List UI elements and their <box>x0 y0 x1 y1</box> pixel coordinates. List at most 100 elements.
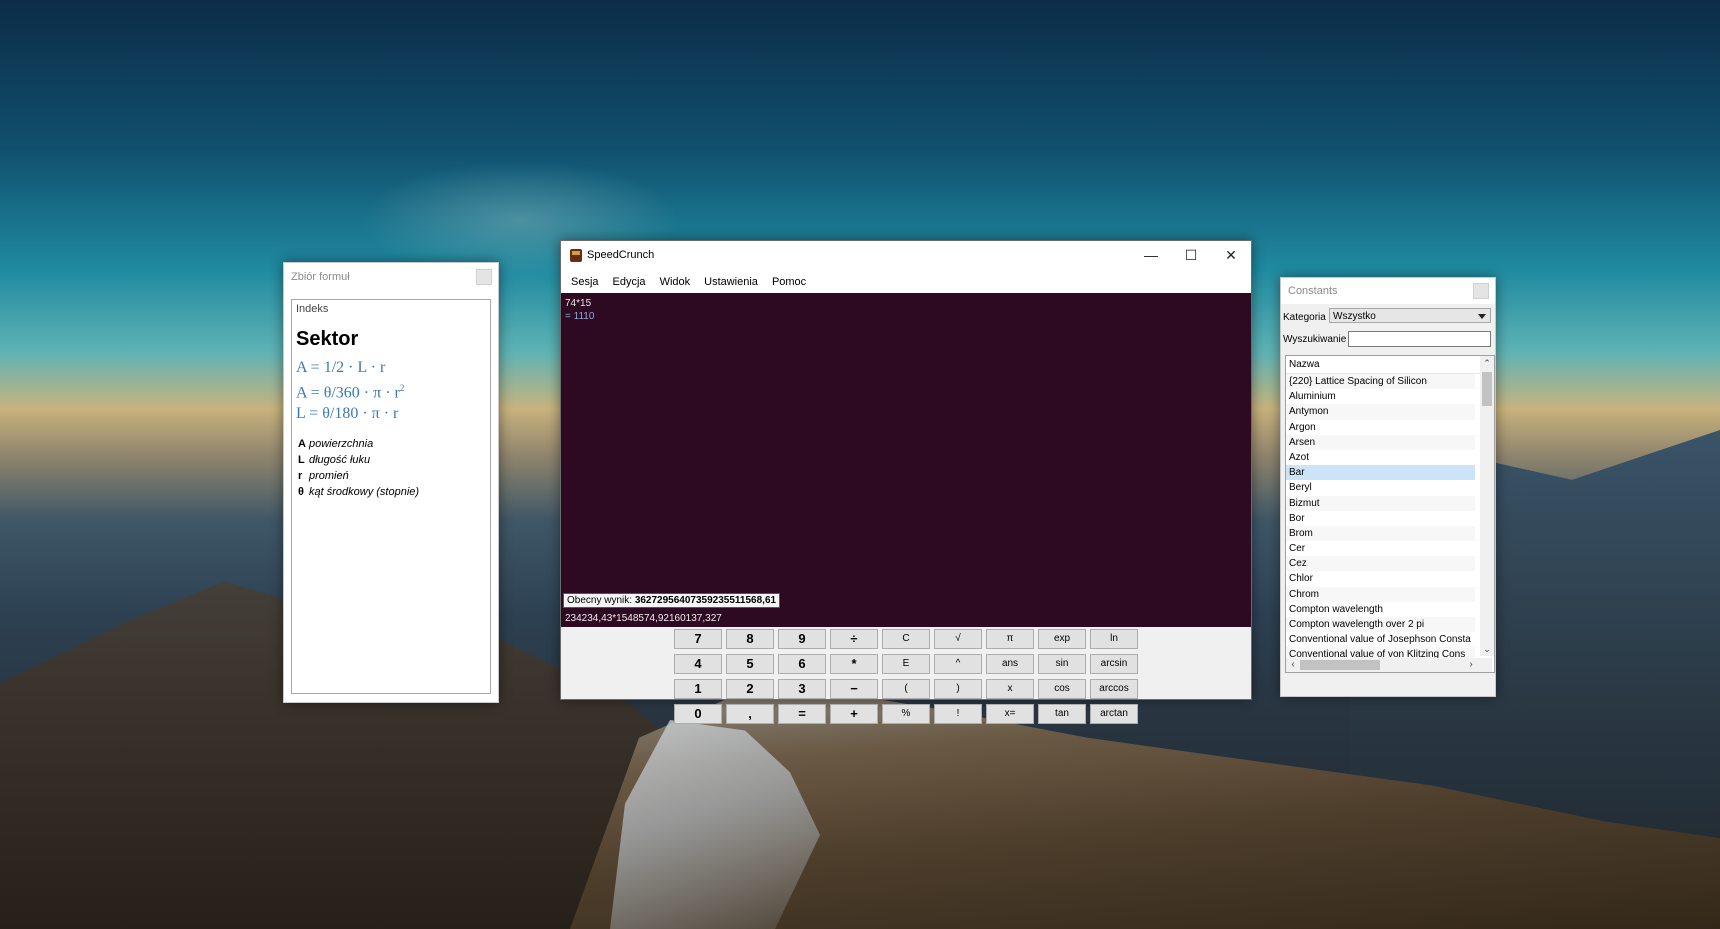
title-bar[interactable]: SpeedCrunch — ☐ ✕ <box>561 241 1251 271</box>
constants-close-button[interactable] <box>1473 283 1489 299</box>
key-button[interactable]: arcsin <box>1090 654 1138 674</box>
key-button[interactable]: E <box>882 654 930 674</box>
constant-list-item[interactable]: Antymon <box>1286 404 1475 420</box>
key-button[interactable]: 8 <box>726 629 774 649</box>
constants-window: Constants Kategoria Wszystko Wyszukiwani… <box>1280 277 1496 697</box>
key-button[interactable]: ÷ <box>830 629 878 649</box>
keypad: 7 8 9 ÷ C √ π exp ln 4 5 6 * E ^ ans sin arcsin 1 2 3−() x cos… <box>674 629 1138 724</box>
constant-list-item[interactable]: Chlor <box>1286 571 1475 586</box>
key-button[interactable]: 3 <box>778 679 826 699</box>
variable-description: promień <box>309 470 349 483</box>
scroll-thumb[interactable] <box>1482 372 1492 406</box>
key-button[interactable]: sin <box>1038 654 1086 674</box>
key-button[interactable]: ( <box>882 679 930 699</box>
close-button[interactable]: ✕ <box>1211 241 1251 271</box>
result-display[interactable]: 74*15 = 1110 Obecny wynik: 3627295640735… <box>561 293 1251 611</box>
constant-list-item[interactable]: Compton wavelength over 2 pi <box>1286 617 1475 633</box>
key-button[interactable]: ans <box>986 654 1034 674</box>
formula-index-link[interactable]: Indeks <box>292 300 490 318</box>
constants-items: {220} Lattice Spacing of Silicon Aluminiu… <box>1286 374 1494 672</box>
expression-input[interactable]: 234234,43*1548574,92160137,327 <box>561 611 1251 627</box>
constant-list-item[interactable]: Cer <box>1286 541 1475 556</box>
key-button[interactable]: 5 <box>726 654 774 674</box>
key-button[interactable]: x= <box>986 704 1034 724</box>
horizontal-scrollbar[interactable]: ‹ › <box>1286 658 1492 672</box>
key-button[interactable]: − <box>830 679 878 699</box>
key-button[interactable]: ! <box>934 704 982 724</box>
constant-list-item[interactable]: Conventional value of Josephson Consta <box>1286 632 1475 647</box>
key-button[interactable]: 6 <box>778 654 826 674</box>
key-button[interactable]: * <box>830 654 878 674</box>
constant-list-item[interactable]: Arsen <box>1286 434 1475 450</box>
formula-content: Indeks Sektor A = 1/2 · L · r A = θ/360 … <box>291 299 491 694</box>
scroll-down-icon[interactable]: ⌄ <box>1480 642 1494 656</box>
scroll-left-icon[interactable]: ‹ <box>1286 658 1300 672</box>
constant-list-item[interactable]: Brom <box>1286 525 1475 542</box>
scroll-right-icon[interactable]: › <box>1464 658 1478 672</box>
constants-search-input[interactable] <box>1348 331 1491 347</box>
maximize-button[interactable]: ☐ <box>1171 241 1211 271</box>
menu-edycja[interactable]: Edycja <box>606 276 653 288</box>
formula-book-title-bar[interactable]: Zbiór formuł <box>284 263 498 291</box>
constant-list-item[interactable]: Bar <box>1286 465 1475 481</box>
formula-equation-exponent: 2 <box>399 383 405 393</box>
key-button[interactable]: + <box>830 704 878 724</box>
category-label: Kategoria <box>1283 312 1326 323</box>
speedcrunch-app-icon <box>570 249 582 262</box>
horizontal-scroll-thumb[interactable] <box>1300 660 1380 670</box>
key-button[interactable]: 7 <box>674 629 722 649</box>
constant-list-item[interactable]: Aluminium <box>1286 389 1475 404</box>
history-expression[interactable]: 74*15 <box>565 298 591 309</box>
key-button[interactable]: arccos <box>1090 679 1138 699</box>
constant-list-item[interactable]: Bor <box>1286 511 1475 526</box>
key-button[interactable]: 4 <box>674 654 722 674</box>
menu-sesja[interactable]: Sesja <box>564 276 606 288</box>
category-dropdown[interactable]: Wszystko <box>1329 308 1491 323</box>
window-title: SpeedCrunch <box>587 249 655 261</box>
key-button[interactable]: 2 <box>726 679 774 699</box>
formula-book-close-button[interactable] <box>476 269 492 285</box>
menu-ustawienia[interactable]: Ustawienia <box>697 276 765 288</box>
key-button[interactable]: 9 <box>778 629 826 649</box>
key-button[interactable]: π <box>986 629 1034 649</box>
search-label: Wyszukiwanie <box>1283 334 1347 345</box>
formula-variable: θ kąt środkowy (stopnie) <box>298 484 490 500</box>
formula-equation: L = θ/180 · π · r <box>296 405 399 423</box>
current-result-tooltip: Obecny wynik: 362729564073592355115​68,6… <box>563 593 781 608</box>
formula-book-window: Zbiór formuł Indeks Sektor A = 1/2 · L ·… <box>283 262 499 703</box>
vertical-scrollbar[interactable]: ⌃ ⌄ <box>1480 356 1494 656</box>
constant-list-item[interactable]: {220} Lattice Spacing of Silicon <box>1286 374 1475 390</box>
key-button[interactable]: tan <box>1038 704 1086 724</box>
column-header-name[interactable]: Nazwa <box>1286 356 1494 374</box>
scroll-up-icon[interactable]: ⌃ <box>1480 356 1494 370</box>
constant-list-item[interactable]: Cez <box>1286 556 1475 572</box>
key-button[interactable]: ln <box>1090 629 1138 649</box>
constant-list-item[interactable]: Chrom <box>1286 586 1475 602</box>
constant-list-item[interactable]: Argon <box>1286 420 1475 435</box>
key-button[interactable]: % <box>882 704 930 724</box>
constant-list-item[interactable]: Beryl <box>1286 480 1475 495</box>
key-button[interactable]: ) <box>934 679 982 699</box>
constants-title: Constants <box>1288 285 1338 297</box>
history-result[interactable]: = 1110 <box>565 311 594 322</box>
key-button[interactable]: arctan <box>1090 704 1138 724</box>
formula-heading: Sektor <box>296 328 359 350</box>
key-button[interactable]: = <box>778 704 826 724</box>
key-button[interactable]: exp <box>1038 629 1086 649</box>
key-button[interactable]: ^ <box>934 654 982 674</box>
menu-widok[interactable]: Widok <box>653 276 698 288</box>
key-button[interactable]: 1 <box>674 679 722 699</box>
constant-list-item[interactable]: Bizmut <box>1286 495 1475 511</box>
key-button[interactable]: x <box>986 679 1034 699</box>
constant-list-item[interactable]: Azot <box>1286 450 1475 465</box>
key-button[interactable]: √ <box>934 629 982 649</box>
minimize-button[interactable]: — <box>1131 241 1171 271</box>
constant-list-item[interactable]: Compton wavelength <box>1286 602 1475 617</box>
key-button[interactable]: cos <box>1038 679 1086 699</box>
constants-title-bar[interactable]: Constants <box>1281 278 1495 304</box>
key-button[interactable]: , <box>726 704 774 724</box>
variable-symbol: θ <box>298 486 304 499</box>
menu-pomoc[interactable]: Pomoc <box>765 276 813 288</box>
key-button[interactable]: C <box>882 629 930 649</box>
key-button[interactable]: 0 <box>674 704 722 724</box>
